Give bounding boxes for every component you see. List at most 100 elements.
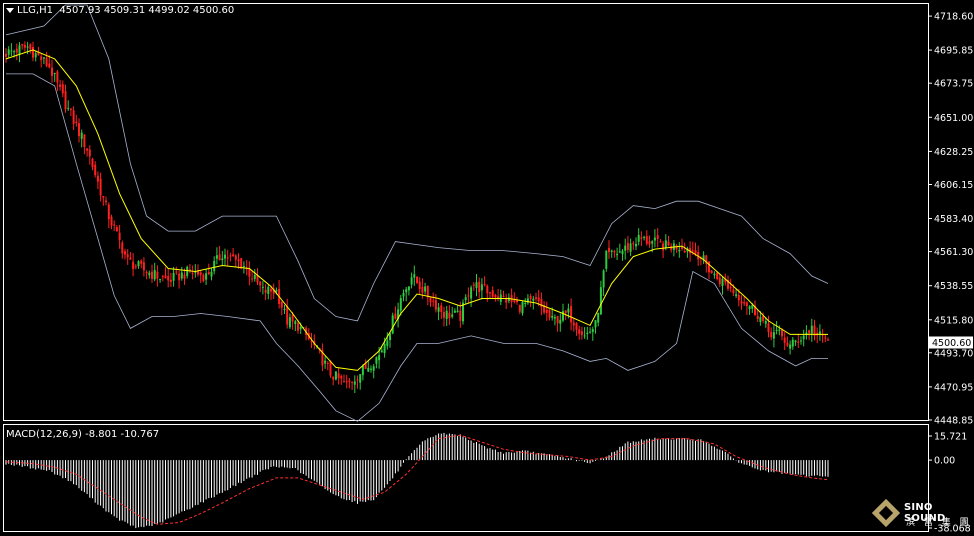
candle-down bbox=[710, 270, 713, 273]
candle-up bbox=[748, 306, 751, 309]
candle-up bbox=[380, 350, 383, 353]
candle-up bbox=[13, 51, 16, 53]
chart-header[interactable]: LLG,H1 4507.93 4509.31 4499.02 4500.60 bbox=[6, 5, 234, 16]
candle-up bbox=[386, 340, 389, 346]
candle-up bbox=[159, 279, 162, 281]
candle-down bbox=[756, 315, 759, 319]
candle-down bbox=[183, 274, 186, 279]
candle-up bbox=[618, 251, 621, 253]
candle-up bbox=[372, 366, 375, 371]
candle-up bbox=[383, 343, 386, 354]
candle-up bbox=[180, 272, 183, 279]
macd-header: MACD(12,26,9) -8.801 -10.767 bbox=[6, 429, 160, 440]
candle-down bbox=[218, 254, 221, 261]
candle-down bbox=[124, 251, 126, 255]
candle-up bbox=[288, 317, 291, 328]
candle-up bbox=[794, 340, 797, 342]
candle-down bbox=[140, 260, 143, 264]
candle-down bbox=[270, 288, 272, 292]
candle-down bbox=[516, 300, 518, 302]
candle-up bbox=[453, 310, 456, 313]
candle-down bbox=[99, 178, 102, 196]
candle-up bbox=[137, 261, 140, 267]
candle-down bbox=[743, 302, 746, 304]
candle-up bbox=[221, 258, 224, 261]
candle-up bbox=[53, 73, 56, 75]
candle-down bbox=[537, 297, 540, 302]
price-tick-label: 4470.95 bbox=[934, 382, 973, 393]
candle-up bbox=[186, 266, 189, 276]
price-tick-label: 4628.25 bbox=[934, 147, 973, 158]
candle-down bbox=[88, 149, 91, 157]
candle-down bbox=[767, 323, 770, 333]
price-tick-label: 4493.70 bbox=[934, 348, 973, 359]
candle-down bbox=[824, 337, 827, 339]
candle-down bbox=[226, 257, 229, 259]
candle-up bbox=[480, 284, 483, 291]
candle-up bbox=[10, 50, 13, 52]
candle-up bbox=[445, 310, 448, 319]
candle-up bbox=[402, 293, 405, 297]
candle-down bbox=[740, 301, 743, 304]
candle-down bbox=[178, 273, 181, 281]
candle-down bbox=[286, 306, 289, 325]
candle-down bbox=[535, 297, 537, 299]
candle-up bbox=[772, 332, 775, 339]
candle-down bbox=[572, 322, 575, 326]
candle-down bbox=[478, 281, 481, 292]
candle-down bbox=[421, 286, 424, 293]
price-tick-label: 4515.80 bbox=[934, 315, 973, 326]
candle-down bbox=[513, 300, 516, 302]
candle-up bbox=[778, 329, 781, 331]
candle-down bbox=[232, 254, 235, 257]
chevron-down-icon[interactable] bbox=[6, 7, 14, 13]
candle-down bbox=[418, 281, 421, 290]
candle-up bbox=[551, 316, 554, 318]
candle-down bbox=[675, 245, 678, 250]
candle-down bbox=[91, 158, 94, 168]
symbol-label: LLG,H1 bbox=[17, 5, 53, 16]
candle-down bbox=[40, 56, 43, 61]
candle-up bbox=[637, 234, 640, 242]
candle-down bbox=[518, 304, 521, 312]
candle-down bbox=[240, 258, 243, 269]
candle-down bbox=[491, 290, 494, 297]
candle-up bbox=[361, 365, 364, 376]
candle-down bbox=[259, 281, 262, 286]
candle-up bbox=[359, 374, 362, 383]
candle-down bbox=[681, 246, 683, 249]
candle-down bbox=[645, 236, 648, 244]
candle-down bbox=[648, 241, 651, 245]
candle-down bbox=[142, 262, 145, 271]
candle-up bbox=[283, 308, 286, 310]
candle-down bbox=[626, 243, 629, 250]
candle-down bbox=[280, 302, 283, 308]
candle-down bbox=[329, 361, 332, 376]
candle-down bbox=[827, 339, 829, 341]
candle-down bbox=[416, 277, 418, 283]
candle-up bbox=[324, 360, 327, 364]
ohlc-values: 4507.93 4509.31 4499.02 4500.60 bbox=[59, 5, 235, 16]
price-tick-label: 4673.75 bbox=[934, 79, 973, 90]
candle-down bbox=[783, 337, 786, 343]
candle-down bbox=[164, 275, 167, 279]
candle-up bbox=[367, 367, 370, 372]
candle-up bbox=[375, 357, 378, 364]
macd-tick-label: 0.00 bbox=[934, 456, 955, 467]
chart-canvas: 4718.60 4695.85 4673.75 4651.00 4628.25 4606.… bbox=[0, 0, 974, 536]
candle-up bbox=[172, 273, 175, 281]
candle-down bbox=[29, 44, 32, 50]
candle-down bbox=[670, 246, 673, 250]
candle-down bbox=[337, 373, 340, 379]
candle-down bbox=[64, 91, 67, 110]
candle-up bbox=[521, 301, 524, 314]
candle-down bbox=[234, 255, 237, 260]
candle-down bbox=[110, 216, 113, 226]
candle-down bbox=[708, 261, 710, 273]
candle-down bbox=[434, 300, 437, 310]
candle-up bbox=[800, 340, 802, 342]
candle-up bbox=[67, 107, 70, 109]
candle-down bbox=[248, 269, 251, 277]
candle-up bbox=[391, 315, 394, 334]
candle-up bbox=[407, 286, 410, 291]
